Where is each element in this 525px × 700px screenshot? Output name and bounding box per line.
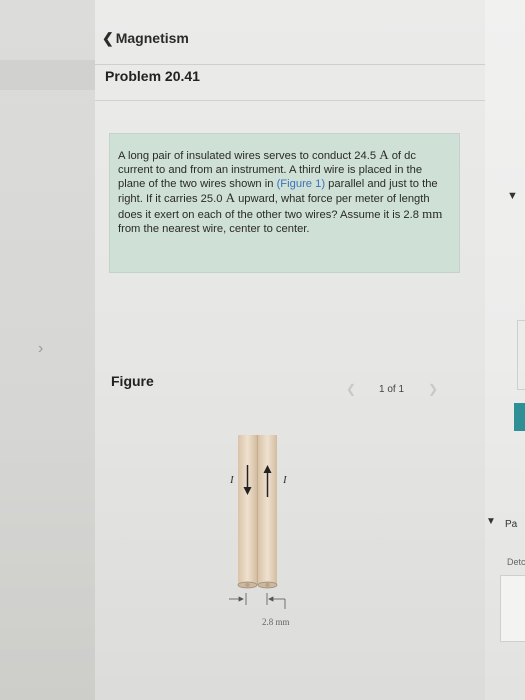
chevron-left-icon[interactable]: ❮ [346, 382, 356, 396]
figure-heading: Figure [111, 373, 154, 389]
divider [95, 100, 485, 101]
divider [95, 64, 485, 65]
wire-left [238, 435, 257, 585]
wires-figure: I I 2.8 mm [229, 435, 290, 627]
detail-label: Detc [507, 557, 525, 567]
current-label-right: I [282, 474, 288, 486]
unit-mm: mm [422, 206, 443, 222]
right-panel-box [517, 320, 525, 390]
dimension-label: 2.8 mm [262, 617, 290, 627]
figure-page-count: 1 of 1 [379, 384, 405, 395]
back-link-label: Magnetism [115, 30, 189, 46]
left-gutter: › [0, 0, 95, 700]
unit-amps: A [379, 147, 389, 162]
wire-right [258, 435, 277, 585]
chevron-left-icon: ❮ [102, 30, 114, 46]
chevron-right-icon[interactable]: ❯ [428, 382, 438, 396]
gutter-band [0, 60, 95, 90]
figure-1-link[interactable]: (Figure 1) [277, 178, 326, 190]
problem-text-segment: from the nearest wire, center to center. [118, 222, 310, 235]
current-label-left: I [229, 474, 235, 486]
caret-down-icon[interactable]: ▼ [507, 190, 518, 202]
answer-input[interactable] [500, 575, 525, 642]
accent-tab[interactable] [514, 403, 525, 431]
caret-down-icon[interactable]: ▼ [486, 516, 496, 527]
problem-statement: A long pair of insulated wires serves to… [118, 148, 448, 237]
problem-text-segment: A long pair of insulated wires serves to… [118, 150, 380, 162]
unit-amps: A [225, 190, 235, 206]
problem-title: Problem 20.41 [105, 68, 200, 84]
chevron-right-icon[interactable]: › [38, 340, 43, 358]
dimension-marker [229, 593, 286, 609]
part-label[interactable]: Pa [505, 519, 517, 530]
back-link[interactable]: ❮ Magnetism [102, 30, 189, 47]
figure-pagination: ❮ 1 of 1 ❯ [346, 382, 446, 400]
